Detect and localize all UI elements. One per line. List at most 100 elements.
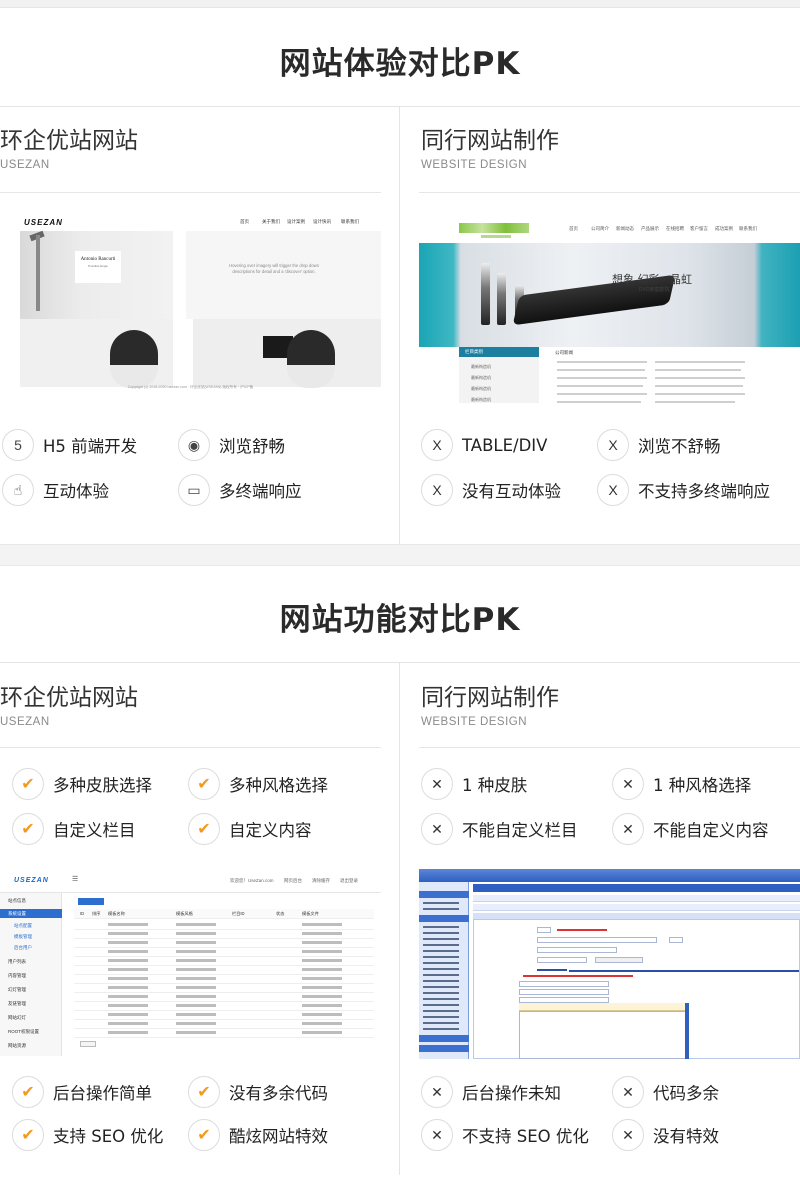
menu-item <box>423 1016 459 1018</box>
hand-pointer-icon: ☝ <box>2 474 34 506</box>
form-field <box>519 981 609 987</box>
section2-left-header: 环企优站网站 USEZAN <box>0 683 138 728</box>
admin-topbar <box>419 869 800 882</box>
feature-item: ✔ 酷炫网站特效 <box>188 1118 328 1152</box>
feature-label: 多种皮肤选择 <box>53 776 152 795</box>
hero-text: Hovering over imagery will trigger the d… <box>229 263 319 274</box>
table-cell <box>176 1013 216 1016</box>
section2-column-divider <box>399 663 400 1175</box>
table-cell <box>302 941 342 944</box>
form-field <box>537 947 617 953</box>
menu-item <box>423 926 459 928</box>
table-cell <box>108 1004 148 1007</box>
form-field <box>537 927 551 933</box>
check-icon: ✔ <box>188 1076 220 1108</box>
section1-column-divider <box>399 107 400 544</box>
section-divider-bar <box>0 544 800 566</box>
feature-label: 没有多余代码 <box>229 1084 328 1103</box>
nav-item: 联系我们 <box>739 226 757 231</box>
table-cell <box>108 950 148 953</box>
nav-item: 联系我们 <box>341 219 359 224</box>
table-cell <box>176 1031 216 1034</box>
sidebar-item: 系统设置 <box>8 911 26 916</box>
feature-item: ☝ 互动体验 <box>2 473 109 507</box>
feature-item: ✔ 多种风格选择 <box>188 767 328 801</box>
column-title: 环企优站网站 <box>0 685 138 711</box>
feature-label: 多种风格选择 <box>229 776 328 795</box>
nav-item: 新闻动态 <box>616 226 634 231</box>
editor-area <box>519 1011 689 1059</box>
check-icon: ✔ <box>12 813 44 845</box>
table-cell <box>108 959 148 962</box>
menu-item <box>423 1010 459 1012</box>
news-row <box>655 369 741 371</box>
nav-item: 产品展示 <box>641 226 659 231</box>
template-table: ID 排序 模板名称 模板风格 栏目ID 状态 模板文件 <box>74 909 374 1049</box>
feature-label: H5 前端开发 <box>43 437 138 456</box>
table-cell <box>176 941 216 944</box>
cross-icon: X <box>421 474 453 506</box>
section1-right-header: 同行网站制作 WEBSITE DESIGN <box>421 126 559 171</box>
cross-icon: ✕ <box>612 768 644 800</box>
header-separator <box>0 747 381 748</box>
menu-item <box>423 986 459 988</box>
section1-left-header: 环企优站网站 USEZAN <box>0 126 138 171</box>
feature-item: ✔ 支持 SEO 优化 <box>12 1118 163 1152</box>
sidebar-item: ROOT权限设置 <box>8 1029 39 1034</box>
feature-label: 没有互动体验 <box>462 482 561 501</box>
table-row <box>74 975 374 984</box>
column-title: 同行网站制作 <box>421 685 559 711</box>
news-heading: 公司新闻 <box>555 350 573 355</box>
table-cell <box>302 923 342 926</box>
section2-title: 网站功能对比PK <box>279 602 521 638</box>
feature-item: X 浏览不舒畅 <box>597 428 721 462</box>
news-row <box>557 369 645 371</box>
column-subtitle: USEZAN <box>0 159 50 171</box>
profile-card: Antonio Rancurti Possible Engle <box>75 251 121 283</box>
feature-label: 后台操作简单 <box>53 1084 152 1103</box>
feature-item: ✔ 没有多余代码 <box>188 1075 328 1109</box>
menu-item <box>423 932 459 934</box>
table-cell <box>302 986 342 989</box>
table-row <box>74 930 374 939</box>
feature-label: 后台操作未知 <box>462 1084 561 1103</box>
feature-label: 不能自定义栏目 <box>462 821 578 840</box>
table-row <box>74 939 374 948</box>
feature-label: TABLE/DIV <box>462 435 548 455</box>
table-cell <box>302 995 342 998</box>
feature-label: 不能自定义内容 <box>653 821 769 840</box>
menu-item <box>423 944 459 946</box>
feature-item: ✕ 没有特效 <box>612 1118 719 1152</box>
table-row <box>74 948 374 957</box>
header-separator <box>419 192 800 193</box>
nav-item: 公司简介 <box>591 226 609 231</box>
table-cell <box>108 923 148 926</box>
cross-icon: X <box>597 474 629 506</box>
form-field <box>519 989 609 995</box>
check-icon: ✔ <box>188 1119 220 1151</box>
form-button <box>595 957 643 963</box>
feature-label: 酷炫网站特效 <box>229 1127 328 1146</box>
feature-item: 5 H5 前端开发 <box>2 428 137 462</box>
menu-item <box>423 998 459 1000</box>
add-template-button <box>78 898 104 905</box>
table-cell <box>176 986 216 989</box>
blurred-logo <box>481 235 511 238</box>
feature-label: 1 种皮肤 <box>462 776 528 795</box>
editor-toolbar <box>519 1003 689 1011</box>
table-col-sort: 排序 <box>92 911 101 916</box>
table-cell <box>302 968 342 971</box>
nav-item: 设计快讯 <box>313 219 331 224</box>
news-row <box>655 385 743 387</box>
form-field <box>537 937 657 943</box>
feature-item: ✔ 自定义栏目 <box>12 812 136 846</box>
banner-subtext: DVD家庭影院 <box>639 287 670 293</box>
feature-label: 多终端响应 <box>219 482 302 501</box>
table-cell <box>176 959 216 962</box>
feature-item: ✔ 后台操作简单 <box>12 1075 152 1109</box>
table-cell <box>108 1013 148 1016</box>
feature-label: 没有特效 <box>653 1127 719 1146</box>
menu-item <box>423 938 459 940</box>
section2-right-header: 同行网站制作 WEBSITE DESIGN <box>421 683 559 728</box>
column-subtitle: WEBSITE DESIGN <box>421 159 528 171</box>
